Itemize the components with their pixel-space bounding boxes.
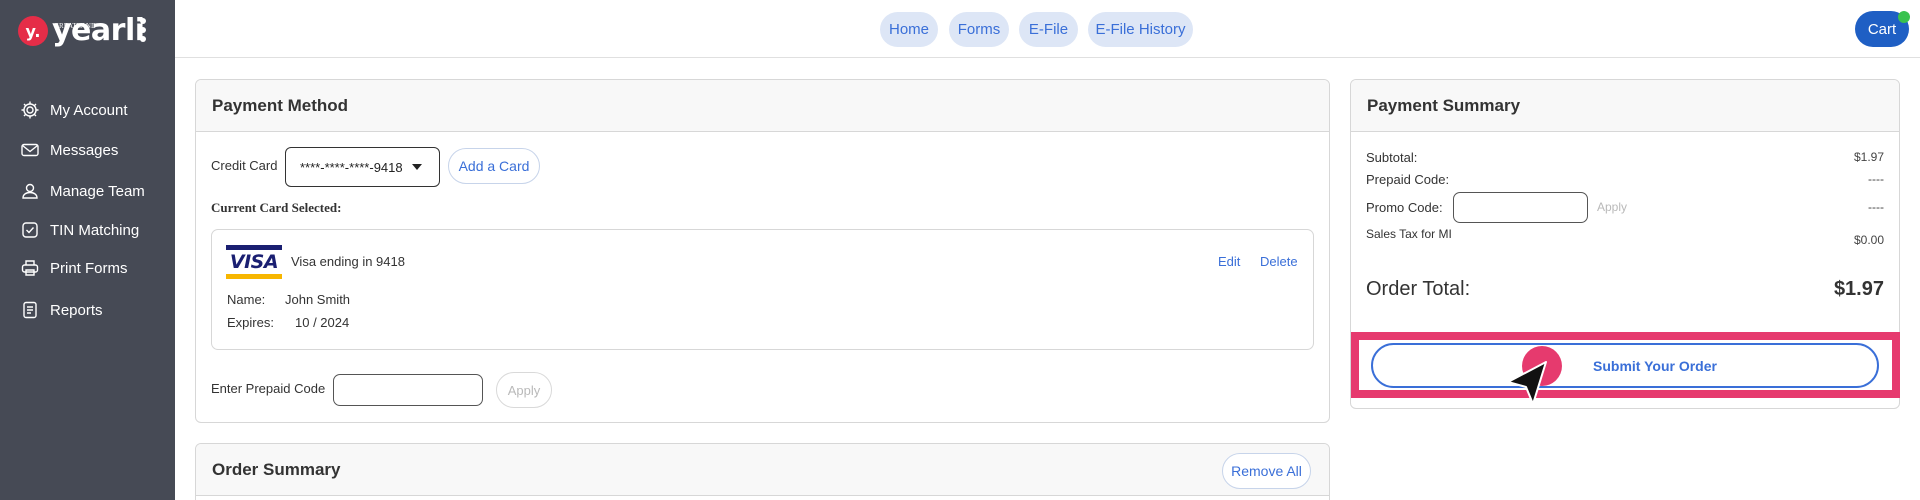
cart-status-dot	[1898, 11, 1910, 23]
check-square-icon	[22, 222, 38, 238]
sidebar: y. GREATLAND yearli My Account Messages …	[0, 0, 175, 500]
submit-order-button[interactable]: Submit Your Order	[1371, 343, 1879, 388]
kebab-menu-icon[interactable]	[139, 18, 147, 46]
order-summary-card: Order Summary	[195, 443, 1330, 500]
logo-badge: y.	[18, 16, 48, 46]
submit-order-label: Submit Your Order	[1593, 357, 1717, 374]
order-total-label: Order Total:	[1366, 278, 1471, 300]
card-expires-label: Expires:	[227, 315, 274, 330]
sidebar-item-print-forms[interactable]: Print Forms	[20, 256, 128, 280]
card-expires-value: 10 / 2024	[295, 315, 350, 330]
prepaid-apply-button[interactable]: Apply	[496, 372, 552, 408]
chevron-down-icon	[411, 164, 422, 170]
visa-logo: VISA	[226, 245, 282, 279]
card-name-label: Name:	[227, 292, 266, 307]
subtotal-label: Subtotal:	[1366, 150, 1418, 165]
sales-tax-label: Sales Tax for MI	[1366, 227, 1452, 241]
brand-logo[interactable]: y. GREATLAND yearli	[18, 16, 145, 46]
prepaid-code-summary-label: Prepaid Code:	[1366, 172, 1450, 187]
sidebar-item-label: Reports	[50, 301, 103, 319]
delete-card-link[interactable]: Delete	[1260, 254, 1298, 269]
prepaid-code-label: Enter Prepaid Code	[211, 381, 326, 396]
sidebar-item-tin-matching[interactable]: TIN Matching	[20, 218, 139, 242]
selected-card-panel	[211, 229, 1314, 350]
card-ending: Visa ending in 9418	[291, 254, 405, 269]
sidebar-item-label: Print Forms	[50, 259, 128, 277]
nav-efile-history[interactable]: E-File History	[1088, 12, 1193, 47]
order-total-value: $1.97	[1833, 278, 1884, 300]
order-summary-title: Order Summary	[196, 444, 1329, 496]
gear-icon	[21, 101, 39, 119]
sidebar-item-label: My Account	[50, 101, 128, 119]
nav-efile[interactable]: E-File	[1019, 12, 1078, 47]
sidebar-item-label: Manage Team	[50, 182, 145, 200]
mouse-cursor-icon	[1507, 361, 1547, 405]
sidebar-item-reports[interactable]: Reports	[20, 298, 103, 322]
credit-card-label: Credit Card	[211, 158, 278, 173]
logo-text: GREATLAND yearli	[52, 16, 145, 46]
sidebar-item-label: TIN Matching	[50, 221, 140, 239]
current-card-label: Current Card Selected:	[211, 200, 342, 215]
promo-code-input[interactable]	[1453, 192, 1588, 223]
credit-card-select[interactable]: ****-****-****-9418	[285, 147, 440, 187]
subtotal-value: $1.97	[1853, 150, 1884, 164]
sidebar-item-my-account[interactable]: My Account	[20, 98, 128, 122]
sidebar-item-label: Messages	[50, 141, 119, 159]
credit-card-select-value: ****-****-****-9418	[300, 159, 403, 175]
add-card-button[interactable]: Add a Card	[448, 148, 540, 184]
promo-code-value: ----	[1868, 200, 1884, 214]
sidebar-item-messages[interactable]: Messages	[20, 138, 118, 162]
nav-forms[interactable]: Forms	[949, 12, 1009, 47]
promo-code-label: Promo Code:	[1366, 200, 1443, 215]
payment-summary-title: Payment Summary	[1351, 80, 1899, 132]
logo-sup: GREATLAND	[54, 22, 96, 30]
visa-logo-text: VISA	[229, 251, 279, 273]
sidebar-item-manage-team[interactable]: Manage Team	[20, 179, 145, 203]
prepaid-code-summary-value: ----	[1868, 172, 1884, 186]
promo-apply-button[interactable]: Apply	[1597, 200, 1627, 214]
nav-home[interactable]: Home	[880, 12, 938, 47]
printer-icon	[21, 260, 39, 276]
document-icon	[23, 301, 37, 319]
remove-all-button[interactable]: Remove All	[1222, 453, 1311, 489]
user-icon	[22, 183, 38, 199]
payment-method-title: Payment Method	[196, 80, 1329, 132]
prepaid-code-input[interactable]	[333, 374, 483, 406]
card-name-value: John Smith	[285, 292, 351, 307]
envelope-icon	[21, 143, 39, 157]
sales-tax-value: $0.00	[1853, 233, 1884, 247]
edit-card-link[interactable]: Edit	[1218, 254, 1240, 269]
